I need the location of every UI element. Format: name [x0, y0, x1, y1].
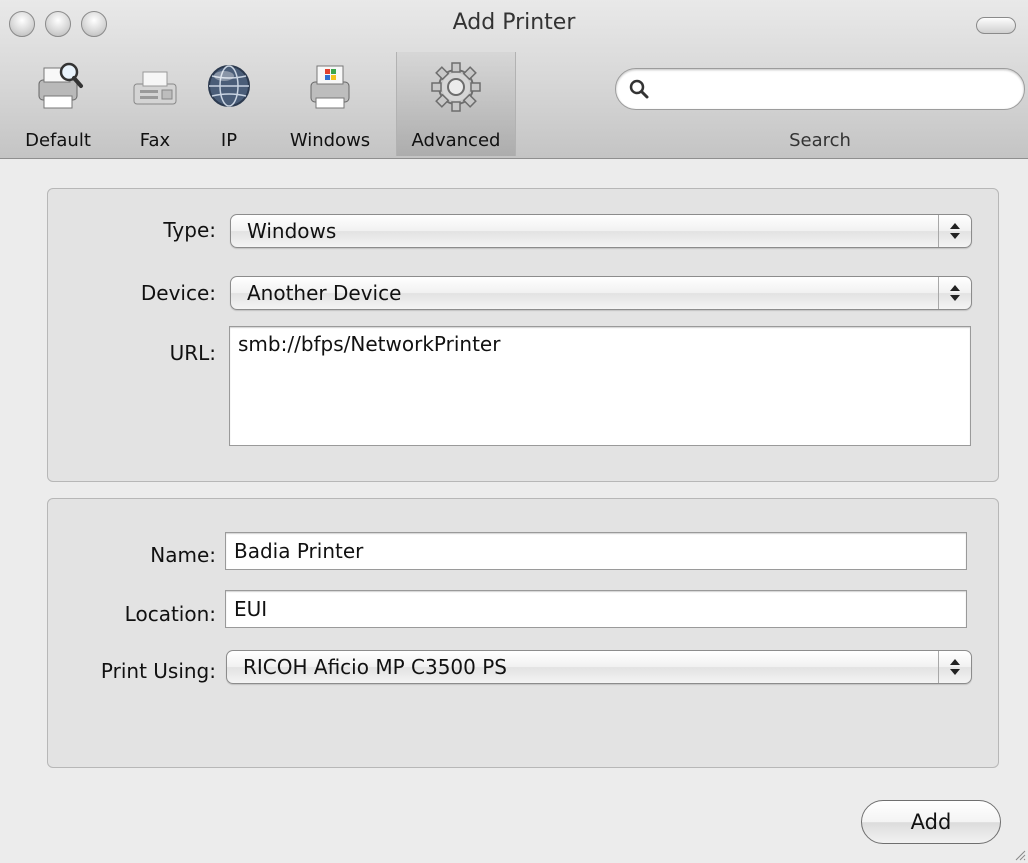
window-title: Add Printer: [452, 10, 576, 35]
name-input[interactable]: [226, 533, 966, 569]
toolbar-default-label: Default: [25, 130, 91, 151]
toolbar-fax-label: Fax: [139, 130, 171, 151]
location-label: Location:: [124, 602, 216, 626]
titlebar-toolbar: Add Printer Default Fax IP Windows Advan…: [0, 0, 1028, 159]
add-printer-window: Add Printer Default Fax IP Windows Advan…: [0, 0, 1028, 863]
search-icon: [629, 79, 649, 99]
toolbar-windows-label: Windows: [289, 130, 371, 151]
toolbar-default-button[interactable]: Default: [0, 52, 116, 156]
url-label: URL:: [169, 341, 216, 365]
toolbar-ip-button[interactable]: IP: [194, 52, 264, 156]
gear-icon: [431, 62, 481, 112]
device-label: Device:: [140, 281, 216, 305]
url-textarea[interactable]: smb://bfps/NetworkPrinter: [230, 327, 970, 445]
search-label: Search: [789, 130, 851, 151]
type-label: Type:: [163, 218, 216, 242]
add-button[interactable]: Add: [861, 800, 1001, 844]
location-input[interactable]: [226, 591, 966, 627]
print-using-label: Print Using:: [100, 659, 216, 683]
url-field[interactable]: smb://bfps/NetworkPrinter: [229, 326, 971, 446]
globe-icon: [208, 65, 250, 107]
search-field[interactable]: [615, 68, 1025, 110]
windows-printer-icon: [310, 65, 350, 109]
toolbar-toggle-button[interactable]: [976, 17, 1016, 34]
name-label: Name:: [150, 543, 216, 567]
print-using-popup[interactable]: RICOH Aficio MP C3500 PS: [226, 650, 972, 684]
toolbar-fax-button[interactable]: Fax: [116, 52, 194, 156]
popup-arrows-icon: [938, 277, 971, 309]
resize-grip-icon[interactable]: [1012, 847, 1026, 861]
fax-icon: [133, 71, 177, 105]
name-field[interactable]: [225, 532, 967, 570]
search-input[interactable]: [660, 75, 1004, 105]
toolbar-advanced-button[interactable]: Advanced: [396, 52, 516, 156]
print-using-popup-value: RICOH Aficio MP C3500 PS: [243, 655, 507, 679]
type-popup[interactable]: Windows: [230, 214, 972, 248]
location-field[interactable]: [225, 590, 967, 628]
popup-arrows-icon: [938, 215, 971, 247]
toolbar-windows-button[interactable]: Windows: [264, 52, 396, 156]
device-popup[interactable]: Another Device: [230, 276, 972, 310]
printer-magnifier-icon: [38, 62, 83, 109]
toolbar-advanced-label: Advanced: [411, 130, 501, 151]
device-popup-value: Another Device: [247, 281, 402, 305]
type-popup-value: Windows: [247, 219, 337, 243]
toolbar-ip-label: IP: [220, 130, 238, 151]
popup-arrows-icon: [938, 651, 971, 683]
